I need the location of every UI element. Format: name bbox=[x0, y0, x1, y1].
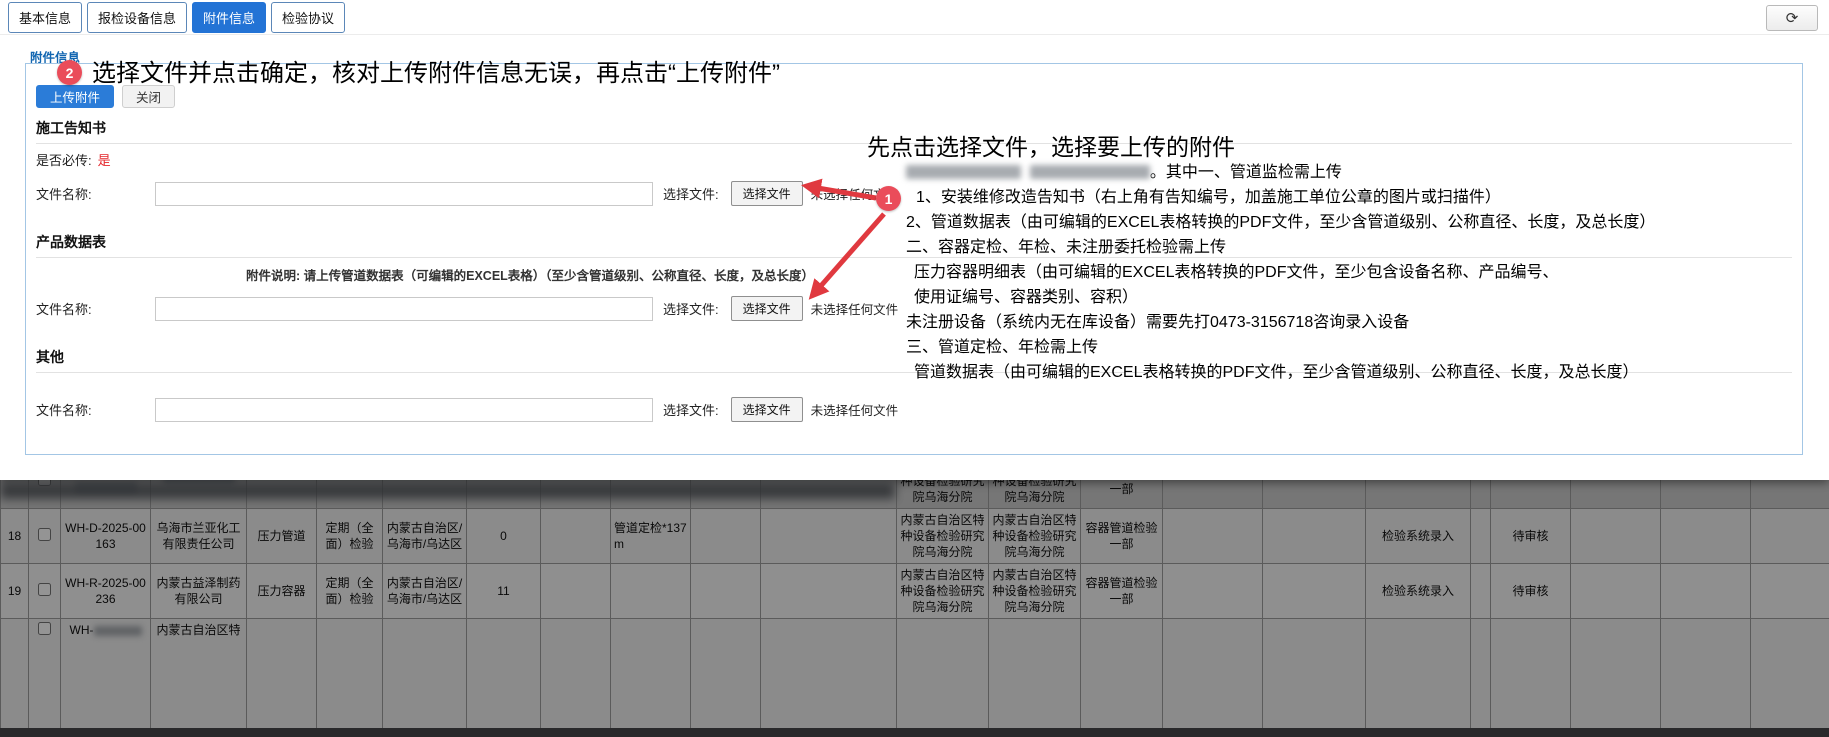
filename-input-construction-notice[interactable] bbox=[155, 181, 653, 206]
row-checkbox[interactable] bbox=[38, 582, 51, 596]
cell-inspection-type: 定期（全面）检验 bbox=[316, 563, 383, 619]
cell-status: 待审核 bbox=[1490, 508, 1571, 564]
cell-company: 内蒙古自治区特 bbox=[150, 618, 247, 729]
cell-note: 管道定检*137m bbox=[610, 508, 691, 564]
annotation-note-line: 1、安装维修改造告知书（右上角有告知编号，加盖施工单位公章的图片或扫描件） bbox=[916, 189, 1501, 206]
filename-input-other[interactable] bbox=[155, 397, 653, 422]
cell-department: 容器管道检验一部 bbox=[1080, 563, 1163, 619]
cell-code: WH- bbox=[60, 618, 151, 729]
tab-inspection-agreement[interactable]: 检验协议 bbox=[271, 2, 346, 33]
annotation-step2-badge: 2 bbox=[57, 60, 82, 85]
cell-code: WH-D-2025-00163 bbox=[60, 508, 151, 564]
annotation-step2-text: 选择文件并点击确定，核对上传附件信息无误，再点击“上传附件” bbox=[92, 60, 780, 87]
cell-inspection-org: 内蒙古自治区特种设备检验研究院乌海分院 bbox=[988, 480, 1081, 509]
cell-inspection-org: 内蒙古自治区特种设备检验研究院乌海分院 bbox=[896, 563, 989, 619]
cell-inspection-org: 内蒙古自治区特种设备检验研究院乌海分院 bbox=[896, 508, 989, 564]
page-bottom-bar bbox=[0, 728, 1829, 737]
filename-label: 文件名称: bbox=[36, 403, 92, 418]
redacted-text bbox=[1029, 165, 1150, 179]
annotation-note-line: 未注册设备（系统内无在库设备）需要先打0473-3156718咨询录入设备 bbox=[906, 314, 1410, 331]
cell-department: 容器管道检验一部 bbox=[1080, 480, 1163, 509]
cell-region: 内蒙古自治区/乌海市/乌达区 bbox=[382, 563, 467, 619]
redacted-text bbox=[93, 626, 142, 636]
cell-seq: 18 bbox=[0, 508, 29, 564]
annotation-notes: 。其中一、管道监检需上传 1、安装维修改造告知书（右上角有告知编号，加盖施工单位… bbox=[906, 160, 1655, 385]
cell-company: 乌海市兰亚化工有限责任公司 bbox=[150, 508, 247, 564]
choose-file-button-other[interactable]: 选择文件 bbox=[730, 397, 803, 422]
filename-input-product-datasheet[interactable] bbox=[155, 296, 653, 321]
tab-bar: 基本信息 报检设备信息 附件信息 检验协议 bbox=[0, 0, 1829, 35]
refresh-icon: ⟳ bbox=[1785, 10, 1799, 27]
cell-inspection-org: 内蒙古自治区特种设备检验研究院乌海分院 bbox=[988, 563, 1081, 619]
cell-inspection-type: 定期（全面）检验 bbox=[316, 508, 383, 564]
annotation-note-line: 管道数据表（由可编辑的EXCEL表格转换的PDF文件，至少含管道级别、公称直径、… bbox=[914, 364, 1639, 381]
filename-label: 文件名称: bbox=[36, 187, 92, 202]
annotation-note-line: 。其中一、管道监检需上传 bbox=[906, 160, 1655, 185]
attachment-modal: 基本信息 报检设备信息 附件信息 检验协议 ⟳ 附件信息 上传附件 关闭 施工告… bbox=[0, 0, 1829, 480]
cell-inspection-org: 内蒙古自治区特种设备检验研究院乌海分院 bbox=[896, 480, 989, 509]
tab-basic-info[interactable]: 基本信息 bbox=[8, 2, 83, 33]
annotation-step1-badge: 1 bbox=[876, 186, 901, 211]
tab-attachment-info[interactable]: 附件信息 bbox=[192, 2, 267, 33]
panel-actions: 上传附件 关闭 bbox=[36, 85, 1792, 108]
cell-department: 容器管道检验一部 bbox=[1080, 508, 1163, 564]
redacted-row-blur bbox=[0, 482, 895, 499]
choose-file-label: 选择文件: bbox=[663, 403, 719, 418]
table-row: 18 WH-D-2025-00163 乌海市兰亚化工有限责任公司 压力管道 定期… bbox=[0, 508, 1829, 564]
cell-source: 检验系统录入 bbox=[1365, 508, 1471, 564]
cell-note bbox=[610, 563, 691, 619]
background-table: 内蒙古自治区特种设备检验研究院乌海分院 内蒙古自治区特种设备检验研究院乌海分院 … bbox=[0, 480, 1829, 729]
row-checkbox[interactable] bbox=[38, 622, 51, 635]
annotation-step1-heading: 先点击选择文件，选择要上传的附件 bbox=[867, 134, 1235, 160]
table-row: 19 WH-R-2025-00236 内蒙古益泽制药有限公司 压力容器 定期（全… bbox=[0, 563, 1829, 619]
cell-status: 待审核 bbox=[1490, 563, 1571, 619]
choose-file-label: 选择文件: bbox=[663, 302, 719, 317]
cell-region: 内蒙古自治区/乌海市/乌达区 bbox=[382, 508, 467, 564]
cell-count: 11 bbox=[466, 563, 541, 619]
background-page: 内蒙古自治区特种设备检验研究院乌海分院 内蒙古自治区特种设备检验研究院乌海分院 … bbox=[0, 480, 1829, 737]
refresh-button[interactable]: ⟳ bbox=[1766, 5, 1818, 31]
required-value: 是 bbox=[97, 153, 111, 168]
upload-attachment-button[interactable]: 上传附件 bbox=[36, 85, 115, 108]
redacted-text bbox=[906, 165, 1021, 179]
required-label: 是否必传: bbox=[36, 153, 92, 168]
cell-equipment-type: 压力管道 bbox=[246, 508, 317, 564]
annotation-note-line: 使用证编号、容器类别、容积） bbox=[914, 289, 1139, 306]
table-row-partial-bottom: WH- 内蒙古自治区特 bbox=[0, 618, 1829, 729]
file-row-other: 文件名称: 选择文件: 选择文件 未选择任何文件 bbox=[36, 397, 1792, 422]
filename-label: 文件名称: bbox=[36, 302, 92, 317]
cell-equipment-type: 压力容器 bbox=[246, 563, 317, 619]
annotation-note-line: 二、容器定检、年检、未注册委托检验需上传 bbox=[906, 239, 1227, 256]
cell-code: WH-R-2025-00236 bbox=[60, 563, 151, 619]
annotation-note-line: 三、管道定检、年检需上传 bbox=[906, 339, 1099, 356]
no-file-selected-text: 未选择任何文件 bbox=[810, 404, 899, 418]
cell-inspection-org: 内蒙古自治区特种设备检验研究院乌海分院 bbox=[988, 508, 1081, 564]
choose-file-label: 选择文件: bbox=[663, 187, 719, 202]
cell-company: 内蒙古益泽制药有限公司 bbox=[150, 563, 247, 619]
annotation-note-line: 压力容器明细表（由可编辑的EXCEL表格转换的PDF文件，至少包含设备名称、产品… bbox=[914, 264, 1559, 281]
tab-equipment-info[interactable]: 报检设备信息 bbox=[87, 2, 188, 33]
annotation-note-line: 2、管道数据表（由可编辑的EXCEL表格转换的PDF文件，至少含管道级别、公称直… bbox=[906, 214, 1656, 231]
cell-source: 检验系统录入 bbox=[1365, 563, 1471, 619]
cell-count: 0 bbox=[466, 508, 541, 564]
row-checkbox[interactable] bbox=[38, 527, 51, 541]
cell-seq: 19 bbox=[0, 563, 29, 619]
close-button[interactable]: 关闭 bbox=[122, 85, 176, 108]
